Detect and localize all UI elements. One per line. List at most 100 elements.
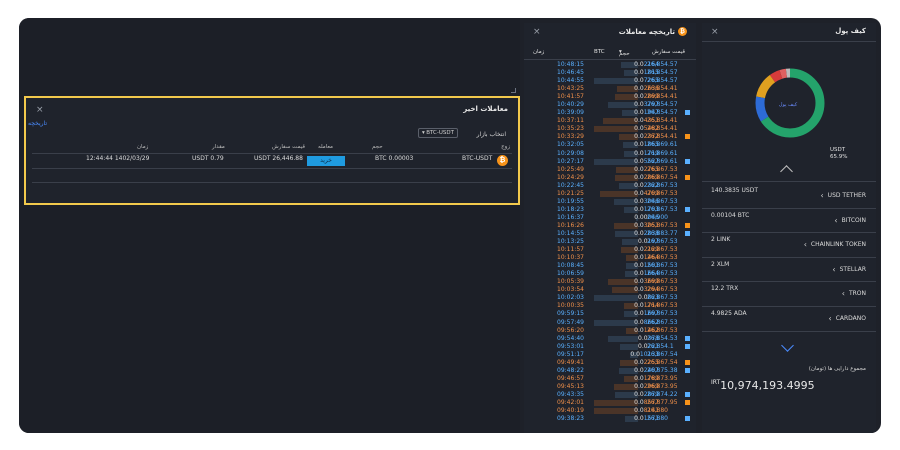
trade-row: 10:16:37 0.00046 26,900 [554,214,690,222]
row-amount: USDT 0.79 [192,155,224,162]
trade-volume-prefix: 0.0 [634,229,644,237]
market-select[interactable]: ▾ BTC-USDT [418,128,458,138]
trade-row: 09:40:19 0.08141 26,880 [554,407,690,415]
trade-row: 10:16:26 0.03051 26,867.53 [554,222,690,230]
trade-time: 09:43:35 [557,390,584,398]
usdt-share-label: USDT 65.9% [830,147,847,161]
trade-time: 09:49:41 [557,358,584,366]
wallet-asset-row[interactable]: 140.3835 USDT ‹ USD TETHER [702,183,876,209]
trade-price: 26,874.22 [647,390,678,398]
asset-name-text: STELLAR [839,265,866,273]
trade-row: 10:08:45 0.01501 26,867.53 [554,262,690,270]
trade-volume-prefix: 0.0 [634,133,644,141]
asset-name-text: USD TETHER [827,192,866,199]
trade-time: 09:46:57 [557,374,584,382]
trade-row: 09:56:20 0.01462 26,867.53 [554,327,690,335]
trade-marker-icon [685,222,690,228]
trade-time: 10:35:23 [557,125,584,133]
trade-time: 10:33:29 [557,133,584,141]
trade-price: 26,867.53 [647,238,678,246]
trade-price: 26,880 [647,407,668,415]
wallet-asset-row[interactable]: 12.2 TRX ‹ TRON [702,281,876,307]
trade-volume-prefix: 0.0 [634,358,644,366]
chevron-down-icon: ▾ [422,130,425,136]
total-value: 10,974,193.4995 [720,379,815,392]
trade-row: 09:38:23 0.01571 26,880 [554,415,690,423]
table-row[interactable]: ₿ BTC-USDT BTC 0.00003 خرید USDT 26,446.… [32,154,512,169]
trade-row: 10:06:59 0.01664 26,867.53 [554,270,690,278]
trade-price: 26,867.54 [647,350,678,358]
trade-volume-prefix: 0.0 [634,173,644,181]
history-link[interactable]: تاریخچه [28,120,47,127]
trade-time: 10:24:29 [557,173,584,181]
trade-time: 10:39:09 [557,109,584,117]
wallet-asset-row[interactable]: 0.00104 BTC ‹ BITCOIN [702,208,876,234]
trade-volume-prefix: 0.0 [634,157,644,165]
trade-marker-icon [685,134,690,140]
trade-time: 10:00:35 [557,302,584,310]
trade-marker-icon [685,110,690,116]
close-icon[interactable]: × [36,105,44,115]
trade-time: 10:32:05 [557,141,584,149]
trade-row: 10:25:49 0.02765 26,867.53 [554,166,690,174]
trade-row: 09:43:35 0.02879 26,874.22 [554,391,690,399]
trade-row: 10:37:11 0.04351 26,854.41 [554,117,690,125]
divider [702,41,876,42]
asset-name: ‹ TRON [842,289,866,298]
trade-time: 10:25:49 [557,165,584,173]
trade-volume-prefix: 0.0 [634,286,644,294]
trade-time: 10:02:03 [557,294,584,302]
trade-row: 09:51:17 0.010133 26,867.54 [554,351,690,359]
trade-price: 26,869.61 [647,141,678,149]
table-header: زوج حجم معامله قیمت سفارش مقدار زمان [32,143,512,154]
trade-price: 26,854.53 [647,334,678,342]
trade-row: 09:53:01 0.0221 26,854.1 [554,343,690,351]
trade-price: 26,854.57 [647,109,678,117]
trade-row: 09:59:15 0.01697 26,867.53 [554,310,690,318]
close-icon[interactable]: × [711,27,719,37]
trade-time: 10:41:57 [557,93,584,101]
wallet-asset-row[interactable]: 2 LINK ‹ CHAINLINK TOKEN [702,232,876,258]
trade-price: 26,867.53 [647,278,678,286]
chevron-left-icon: ‹ [803,240,807,250]
bitcoin-icon: ₿ [497,155,508,166]
trade-row: 10:18:23 0.01703 26,867.53 [554,206,690,214]
trade-price: 26,880 [647,415,668,423]
recent-trades-panel: × معاملات اخیر تاریخچه انتخاب بازار ▾ BT… [24,96,520,205]
trade-time: 09:40:19 [557,407,584,415]
trade-volume-prefix: 0.0 [634,382,644,390]
trade-volume-prefix: 0.0 [634,61,644,68]
trade-row: 10:35:23 0.05482 26,854.41 [554,125,690,133]
total-assets-value: IRT10,974,193.4995 [711,379,815,392]
bitcoin-icon: ₿ [678,27,687,36]
trade-time: 10:40:29 [557,101,584,109]
trade-time: 09:56:20 [557,326,584,334]
trade-marker-icon [685,335,690,341]
trade-volume-prefix: 0.0 [634,407,644,415]
trade-row: 09:45:13 0.02969 26,873.95 [554,383,690,391]
trade-row: 10:00:35 0.01714 26,867.53 [554,302,690,310]
trade-time: 10:43:25 [557,85,584,93]
col-volume[interactable]: حجم ▾ [619,49,630,57]
panel-title-text: تاریخچه معاملات [618,27,675,36]
trade-marker-icon [685,359,690,365]
wallet-asset-row[interactable]: 2 XLM ‹ STELLAR [702,257,876,283]
trade-marker-icon [685,367,690,373]
total-assets-label: مجموع دارایی ها (تومان) [808,366,866,372]
trade-volume-prefix: 0.0 [634,221,644,229]
trade-time: 09:59:15 [557,310,584,318]
trade-price: 26,883.77 [647,229,678,237]
trade-volume-prefix: 0.0 [634,390,644,398]
trade-time: 09:48:22 [557,366,584,374]
chevron-left-icon: ‹ [828,314,832,323]
chevron-down-icon[interactable] [781,339,794,352]
chevron-up-icon[interactable] [780,165,793,178]
trade-volume-prefix: 0.0 [634,366,644,374]
close-icon[interactable]: × [533,27,541,37]
trade-time: 10:19:55 [557,197,584,205]
total-currency: IRT [711,379,721,386]
trade-price: 26,854.41 [647,85,678,93]
wallet-asset-row[interactable]: 4.9825 ADA ‹ CARDANO [702,306,876,332]
trade-time: 10:10:37 [557,254,584,262]
resize-handle[interactable] [511,88,516,93]
